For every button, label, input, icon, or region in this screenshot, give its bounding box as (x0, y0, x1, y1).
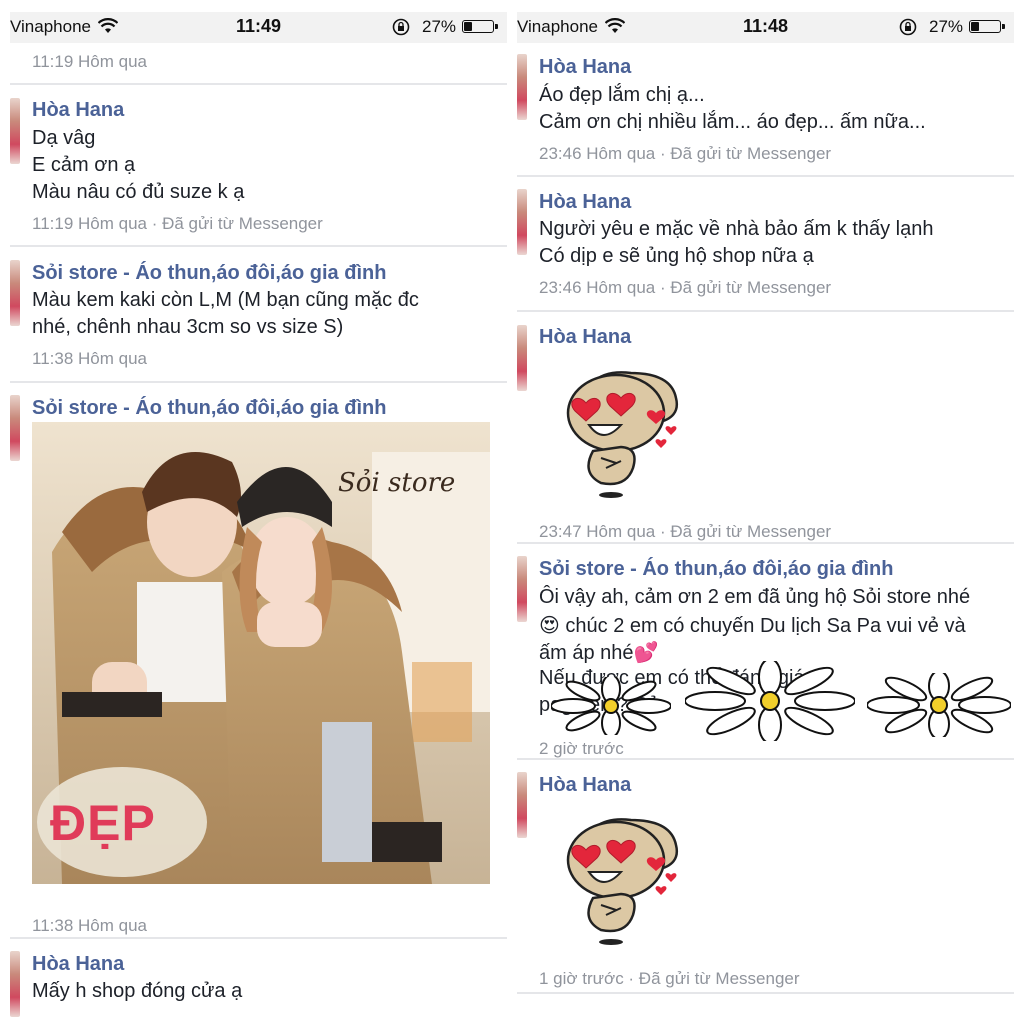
message-text: 😍 chúc 2 em có chuyến Du lịch Sa Pa vui … (539, 615, 966, 637)
message-timestamp: 23:47 Hôm qua · Đã gửi từ Messenger (539, 522, 832, 541)
sender-name[interactable]: Hòa Hana (32, 99, 124, 122)
sender-name[interactable]: Hòa Hana (32, 953, 124, 976)
avatar[interactable] (517, 772, 527, 838)
message-timestamp: 11:38 Hôm qua (32, 349, 147, 368)
sender-name[interactable]: Sỏi store - Áo thun,áo đôi,áo gia đình (32, 397, 386, 420)
divider (10, 381, 507, 383)
message-text: E cảm ơn ạ (32, 154, 136, 176)
message-timestamp: 11:38 Hôm qua (32, 916, 147, 935)
message-text: Áo đẹp lắm chị ạ... (539, 84, 705, 106)
battery-percent: 27% (422, 17, 457, 36)
divider (517, 175, 1014, 177)
rotation-lock-icon (392, 18, 410, 36)
battery-icon (969, 20, 1005, 33)
avatar[interactable] (517, 189, 527, 255)
divider (517, 310, 1014, 312)
divider (517, 758, 1014, 760)
avatar[interactable] (517, 325, 527, 391)
message-text: Ôi vậy ah, cảm ơn 2 em đã ủng hộ Sỏi sto… (539, 586, 971, 608)
message-text: Người yêu e mặc về nhà bảo ấm k thấy lạn… (539, 218, 934, 240)
avatar[interactable] (517, 54, 527, 120)
message-text: Dạ vâg (32, 127, 96, 149)
message-timestamp: 1 giờ trước · Đã gửi từ Messenger (539, 969, 800, 988)
message-text: Màu kem kaki còn L,M (M bạn cũng mặc đc (32, 289, 419, 311)
daisy-sticker (867, 673, 1011, 737)
heart-eyes-dog-sticker[interactable] (561, 810, 691, 950)
avatar[interactable] (10, 98, 20, 164)
message-timestamp: 23:46 Hôm qua · Đã gửi từ Messenger (539, 144, 832, 163)
screenshot-left: Vinaphone 11:49 27% 11:19 Hôm qua Hòa Ha… (10, 12, 507, 1024)
product-photo[interactable]: Sỏi store ĐẸP (32, 422, 490, 884)
divider (517, 992, 1014, 994)
divider (10, 245, 507, 247)
message-text: Mấy h shop đóng cửa ạ (32, 980, 243, 1002)
message-timestamp: 23:46 Hôm qua · Đã gửi từ Messenger (539, 278, 832, 297)
rotation-lock-icon (899, 18, 917, 36)
message-text: ấm áp nhé💕 (539, 642, 659, 664)
message-text: Cảm ơn chị nhiều lắm... áo đẹp... ấm nữa… (539, 111, 926, 133)
daisy-sticker (551, 677, 671, 735)
status-bar: Vinaphone 11:48 27% (517, 12, 1014, 43)
sender-name[interactable]: Hòa Hana (539, 774, 631, 797)
sender-name[interactable]: Sỏi store - Áo thun,áo đôi,áo gia đình (539, 558, 893, 581)
divider (517, 542, 1014, 544)
avatar[interactable] (10, 395, 20, 461)
message-text: nhé, chênh nhau 3cm so vs size S) (32, 316, 344, 338)
heart-eyes-dog-sticker[interactable] (561, 363, 691, 503)
message-timestamp: 11:19 Hôm qua · Đã gửi từ Messenger (32, 214, 323, 233)
message-timestamp: 11:19 Hôm qua (32, 52, 147, 71)
divider (10, 937, 507, 939)
daisy-sticker (685, 661, 855, 741)
screenshot-right: Vinaphone 11:48 27% Hòa Hana Áo đẹp lắm … (517, 12, 1014, 1024)
avatar[interactable] (517, 556, 527, 622)
message-text: Có dịp e sẽ ủng hộ shop nữa ạ (539, 245, 814, 267)
sender-name[interactable]: Hòa Hana (539, 56, 631, 79)
sender-name[interactable]: Hòa Hana (539, 191, 631, 214)
avatar[interactable] (10, 951, 20, 1017)
message-text: Màu nâu có đủ suze k ạ (32, 181, 245, 203)
battery-icon (462, 20, 498, 33)
avatar[interactable] (10, 260, 20, 326)
sender-name[interactable]: Sỏi store - Áo thun,áo đôi,áo gia đình (32, 262, 386, 285)
status-bar: Vinaphone 11:49 27% (10, 12, 507, 43)
divider (10, 83, 507, 85)
battery-percent: 27% (929, 17, 964, 36)
watermark-text: Sỏi store (338, 468, 456, 498)
dep-badge: ĐẸP (50, 795, 156, 851)
sender-name[interactable]: Hòa Hana (539, 326, 631, 349)
message-timestamp: 2 giờ trước (539, 739, 624, 758)
